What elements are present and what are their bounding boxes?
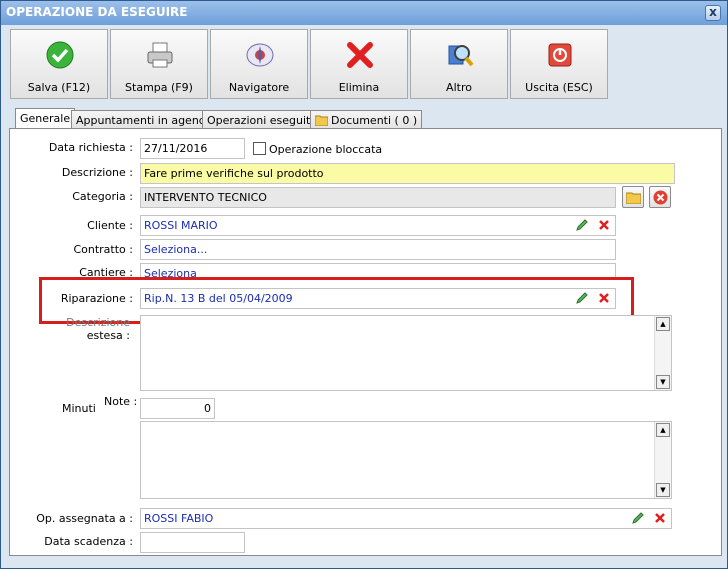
delete-label: Elimina [338, 81, 380, 94]
print-button[interactable]: Stampa (F9) [110, 29, 208, 99]
clear-icon [653, 190, 668, 205]
scrollbar[interactable]: ▲ ▼ [654, 422, 671, 498]
save-label: Salva (F12) [27, 81, 91, 94]
scroll-down-icon[interactable]: ▼ [656, 483, 670, 497]
navigator-label: Navigatore [228, 81, 290, 94]
other-label: Altro [446, 81, 472, 94]
operazione-bloccata-label: Operazione bloccata [269, 143, 383, 156]
note-textarea[interactable]: ▲ ▼ [140, 421, 672, 499]
folder-icon [315, 115, 328, 126]
note-label: Note : [104, 395, 138, 408]
op-assegnata-label: Op. assegnata a : [36, 512, 133, 525]
window-title: OPERAZIONE DA ESEGUIRE [6, 5, 188, 19]
folder-icon [626, 192, 641, 204]
title-bar: OPERAZIONE DA ESEGUIRE x [1, 1, 727, 25]
remove-x-icon[interactable] [654, 512, 666, 524]
descrizione-input[interactable]: Fare prime verifiche sul prodotto [140, 163, 675, 184]
exit-icon [548, 43, 572, 67]
edit-pencil-icon[interactable] [575, 218, 589, 232]
minuti-input[interactable]: 0 [140, 398, 215, 419]
navigator-button[interactable]: Navigatore [210, 29, 308, 99]
descrizione-estesa-label-2: estesa : [86, 329, 130, 342]
scroll-down-icon[interactable]: ▼ [656, 375, 670, 389]
printer-icon [147, 42, 173, 68]
minuti-label: Minuti [62, 402, 96, 415]
tab-operazioni-eseguite[interactable]: Operazioni eseguite [202, 110, 323, 130]
data-scadenza-input[interactable] [140, 532, 245, 553]
compass-icon [246, 43, 274, 67]
operazione-bloccata-checkbox[interactable] [253, 142, 266, 155]
delete-x-icon [347, 42, 373, 68]
tab-documenti-label: Documenti ( 0 ) [331, 114, 418, 127]
data-richiesta-input[interactable]: 27/11/2016 [140, 138, 245, 159]
categoria-clear-button[interactable] [649, 186, 671, 208]
print-label: Stampa (F9) [125, 81, 193, 94]
scrollbar[interactable]: ▲ ▼ [654, 316, 671, 390]
data-scadenza-label: Data scadenza : [44, 535, 133, 548]
toolbar: Salva (F12) Stampa (F9) Navigatore Elimi… [1, 25, 727, 103]
contratto-label: Contratto : [73, 243, 133, 256]
save-button[interactable]: Salva (F12) [10, 29, 108, 99]
exit-label: Uscita (ESC) [525, 81, 593, 94]
exit-button[interactable]: Uscita (ESC) [510, 29, 608, 99]
cantiere-label: Cantiere : [79, 266, 133, 277]
tab-appuntamenti[interactable]: Appuntamenti in agenda [71, 110, 218, 130]
other-button[interactable]: Altro [410, 29, 508, 99]
categoria-input[interactable]: INTERVENTO TECNICO [140, 187, 616, 208]
tab-documenti[interactable]: Documenti ( 0 ) [310, 110, 423, 130]
close-button[interactable]: x [705, 5, 721, 21]
data-richiesta-label: Data richiesta : [48, 141, 133, 154]
op-assegnata-input[interactable]: ROSSI FABIO [140, 508, 672, 529]
descrizione-estesa-label: Descrizione [66, 316, 130, 329]
delete-button[interactable]: Elimina [310, 29, 408, 99]
tab-bar: Generale Appuntamenti in agenda Operazio… [1, 107, 727, 130]
scroll-up-icon[interactable]: ▲ [656, 317, 670, 331]
cliente-label: Cliente : [87, 219, 133, 232]
edit-pencil-icon[interactable] [631, 511, 645, 525]
check-icon [46, 41, 74, 69]
cliente-input[interactable]: ROSSI MARIO [140, 215, 616, 236]
search-glass-icon [448, 45, 474, 67]
scroll-up-icon[interactable]: ▲ [656, 423, 670, 437]
remove-x-icon[interactable] [598, 219, 610, 231]
contratto-input[interactable]: Seleziona... [140, 239, 616, 260]
dialog-window: OPERAZIONE DA ESEGUIRE x Salva (F12) Sta… [0, 0, 728, 569]
cantiere-input[interactable]: Seleziona [140, 263, 616, 278]
descrizione-label: Descrizione : [61, 166, 133, 179]
categoria-open-button[interactable] [622, 186, 644, 208]
descrizione-estesa-textarea[interactable]: ▲ ▼ [140, 315, 672, 391]
tab-generale[interactable]: Generale [15, 108, 76, 130]
categoria-label: Categoria : [72, 190, 133, 203]
